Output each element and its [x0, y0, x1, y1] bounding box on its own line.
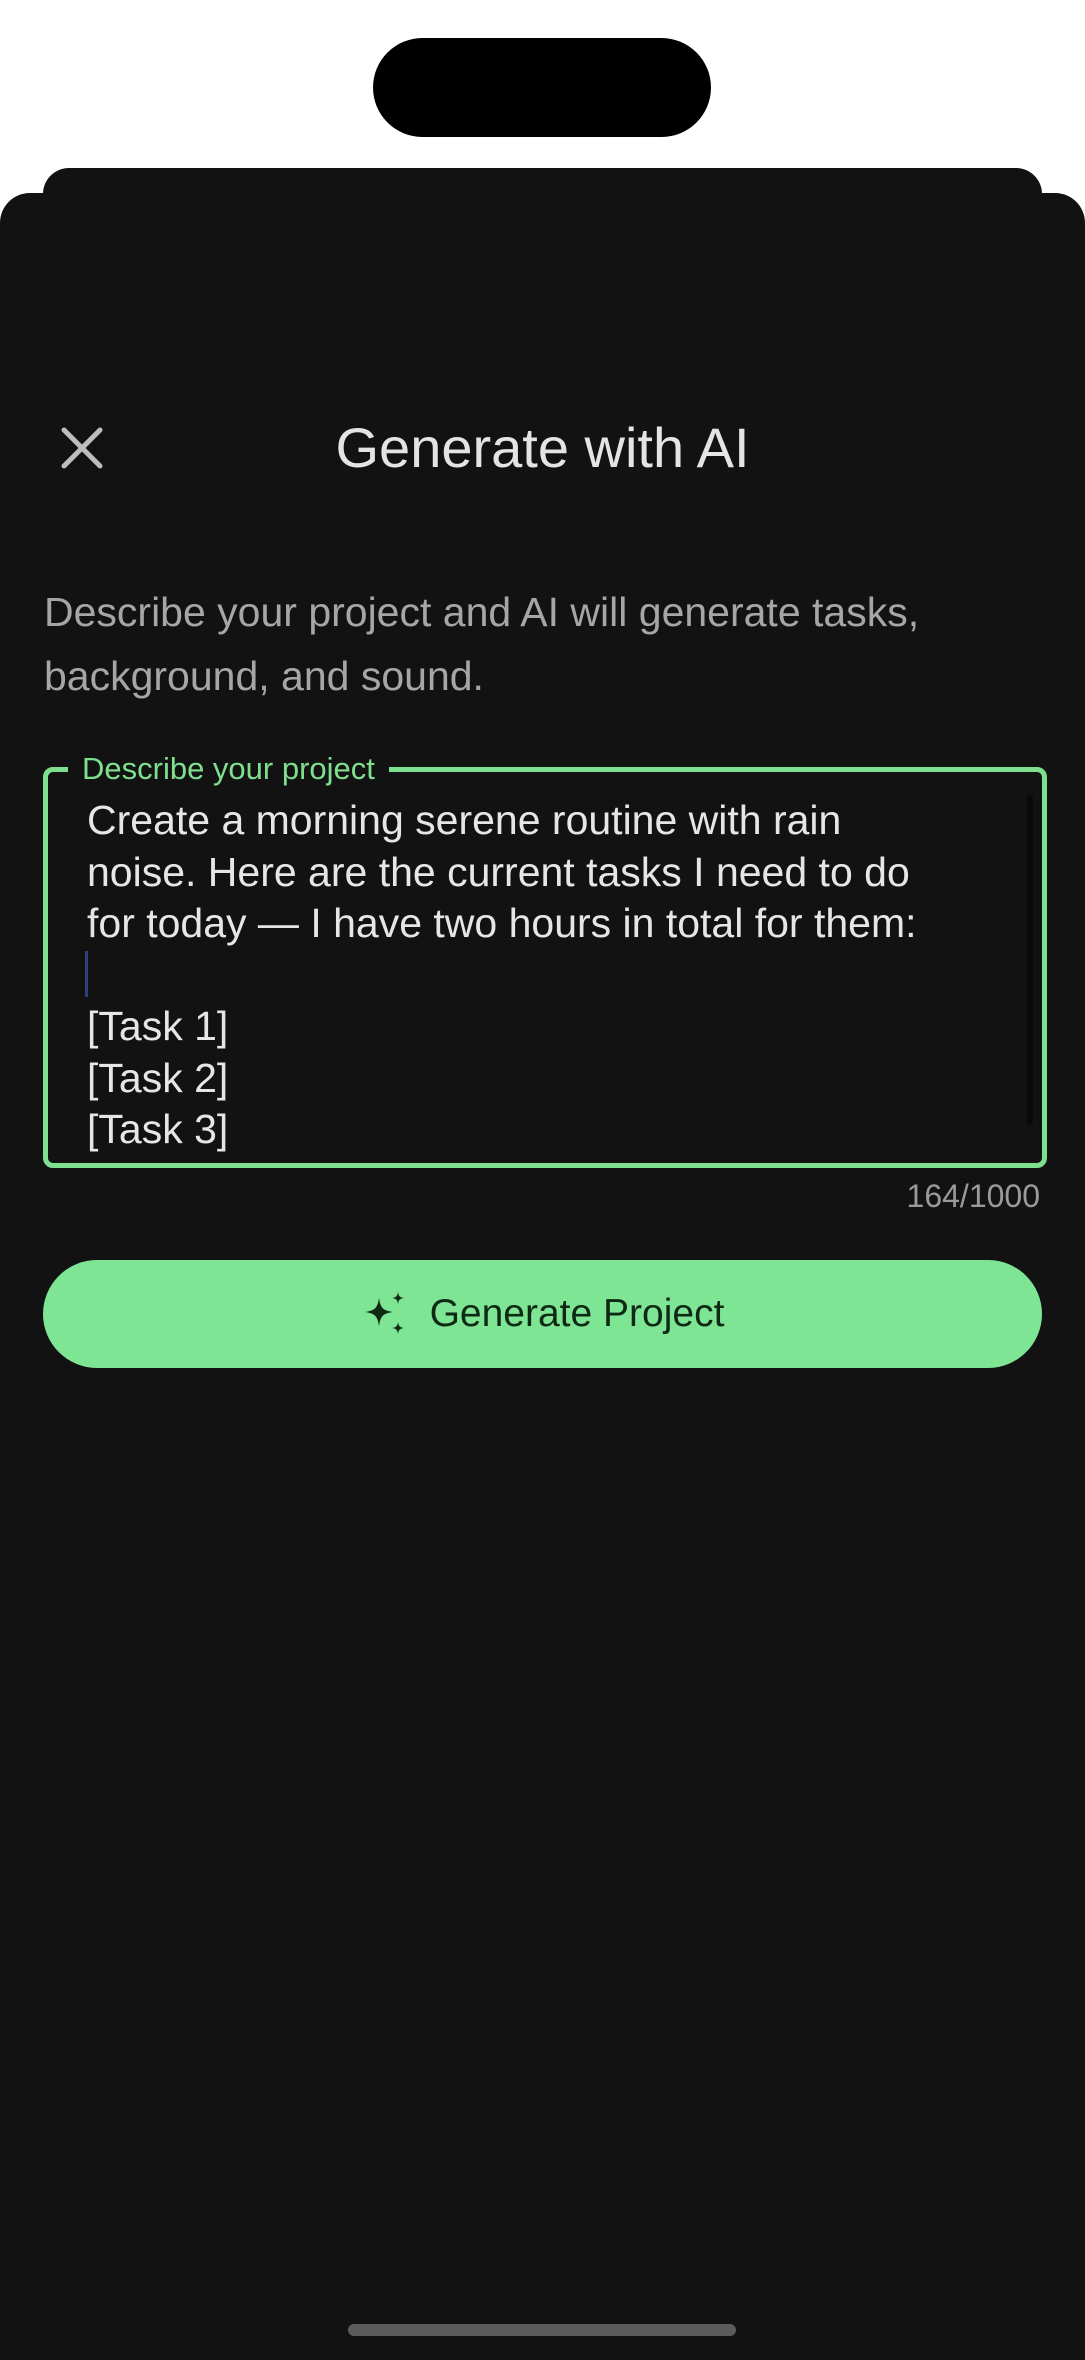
page-title: Generate with AI [335, 416, 750, 479]
textarea-scrollbar[interactable] [1027, 795, 1033, 1125]
dynamic-island [373, 38, 711, 137]
project-description-label: Describe your project [68, 746, 389, 792]
sparkles-icon [361, 1290, 409, 1338]
intro-description: Describe your project and AI will genera… [44, 589, 920, 699]
home-indicator [348, 2324, 736, 2336]
project-description-text[interactable]: Create a morning serene routine with rai… [87, 795, 1007, 1156]
generate-project-label: Generate Project [429, 1292, 725, 1335]
text-caret [85, 951, 88, 997]
generate-project-button[interactable]: Generate Project [43, 1260, 1042, 1368]
character-counter: 164/1000 [906, 1178, 1040, 1214]
